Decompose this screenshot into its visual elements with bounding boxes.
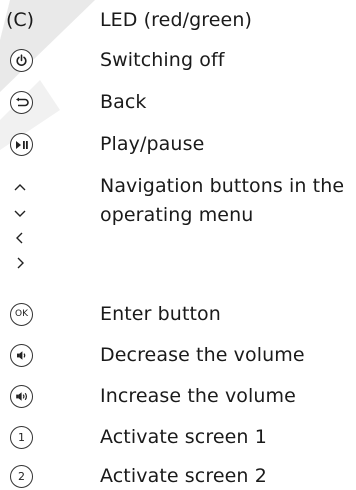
volume-down-icon	[10, 344, 33, 367]
ok-icon-text: OK	[15, 309, 28, 319]
legend-row-back: Back	[0, 88, 356, 116]
legend-row-switch-off: Switching off	[0, 46, 356, 74]
power-button-symbol	[9, 48, 34, 73]
legend-row-play-pause: Play/pause	[0, 130, 356, 158]
screen-2-icon: 2	[10, 465, 33, 488]
screen-1-button-symbol: 1	[9, 425, 34, 450]
legend-row-volume-up: Increase the volume	[0, 382, 356, 410]
enter-label: Enter button	[100, 303, 221, 325]
legend-row-screen-2: 2 Activate screen 2	[0, 462, 356, 490]
legend-row-screen-1: 1 Activate screen 1	[0, 423, 356, 451]
screen-2-icon-text: 2	[18, 470, 25, 483]
back-button-symbol	[9, 90, 34, 115]
navigation-label-line2: operating menu	[100, 204, 254, 226]
screen-2-button-symbol: 2	[9, 464, 34, 489]
screen-2-label: Activate screen 2	[100, 465, 267, 487]
legend-row-led: (C) LED (red/green)	[0, 6, 356, 34]
play-pause-label: Play/pause	[100, 133, 205, 155]
legend-row-navigation: Navigation buttons in the operating menu	[0, 172, 356, 282]
play-pause-button-symbol	[9, 132, 34, 157]
screen-1-icon: 1	[10, 426, 33, 449]
volume-up-label: Increase the volume	[100, 385, 296, 407]
play-pause-icon	[10, 133, 33, 156]
volume-up-button-symbol	[9, 384, 34, 409]
ok-icon: OK	[10, 303, 33, 326]
ok-button-symbol: OK	[9, 302, 34, 327]
led-symbol: (C)	[6, 9, 35, 31]
arrow-up-icon	[14, 184, 26, 191]
led-label: LED (red/green)	[100, 9, 253, 31]
legend-row-enter: OK Enter button	[0, 300, 356, 328]
volume-down-button-symbol	[9, 343, 34, 368]
arrow-left-icon	[16, 232, 23, 244]
switch-off-label: Switching off	[100, 49, 225, 71]
power-icon	[10, 49, 33, 72]
back-icon	[10, 91, 33, 114]
navigation-label-line1: Navigation buttons in the	[100, 175, 345, 197]
volume-up-icon	[10, 385, 33, 408]
screen-1-icon-text: 1	[18, 431, 25, 444]
back-label: Back	[100, 91, 147, 113]
legend-row-volume-down: Decrease the volume	[0, 341, 356, 369]
arrow-down-icon	[14, 210, 26, 217]
arrow-right-icon	[17, 257, 24, 269]
screen-1-label: Activate screen 1	[100, 426, 267, 448]
volume-down-label: Decrease the volume	[100, 344, 305, 366]
